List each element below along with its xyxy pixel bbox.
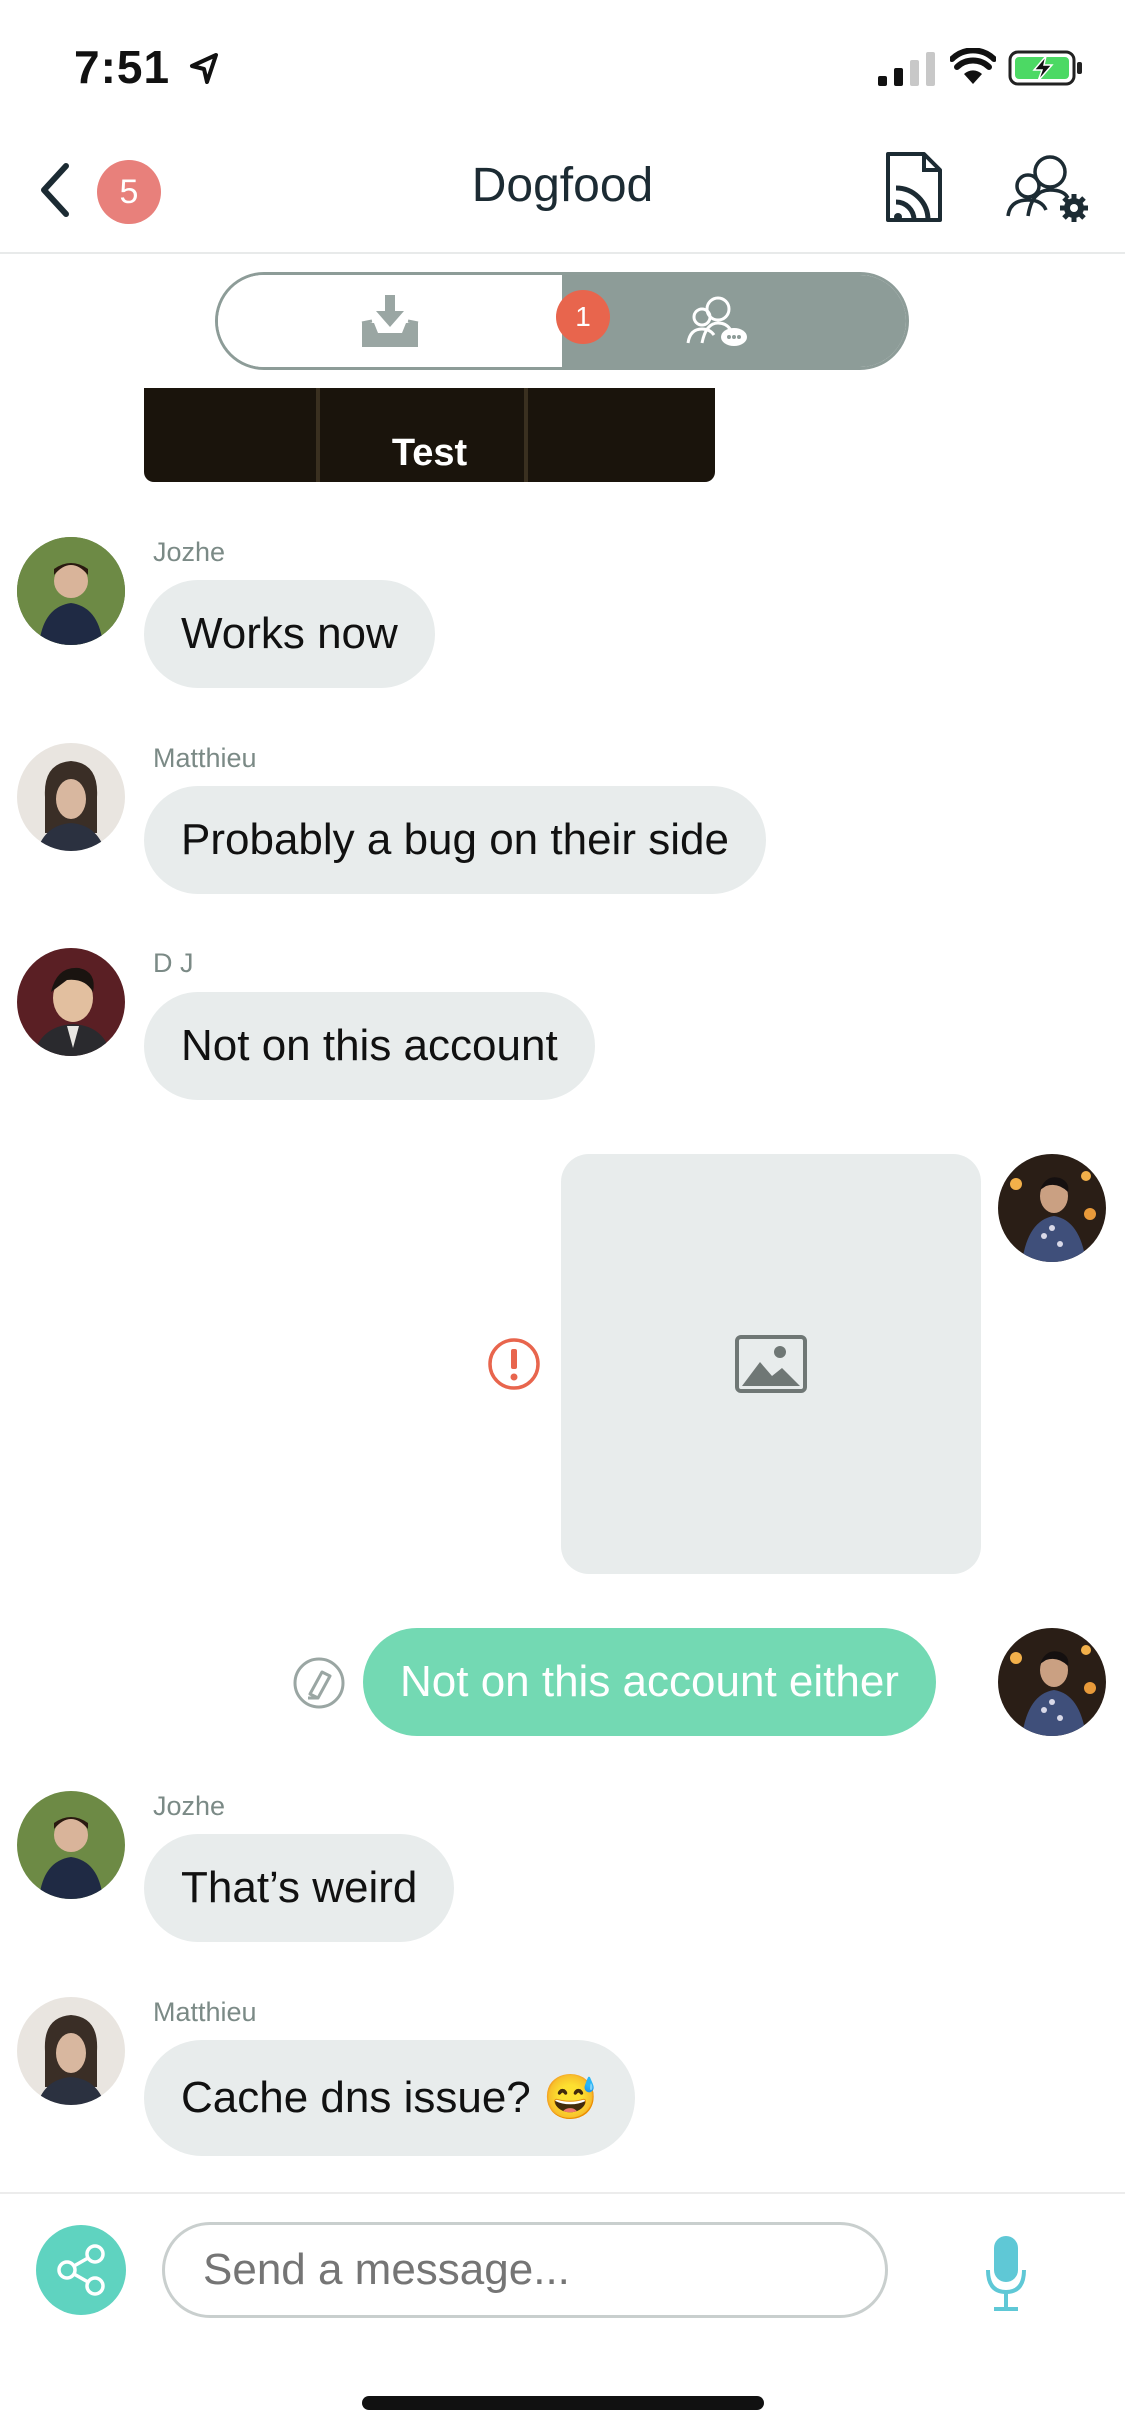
battery-charging-icon <box>1008 50 1082 86</box>
group-settings-icon[interactable] <box>1006 150 1092 224</box>
person-portrait-icon <box>17 948 125 1056</box>
message-bubble[interactable]: That’s weird <box>144 1834 455 1942</box>
tab-inbox[interactable] <box>218 275 562 367</box>
wifi-icon <box>950 48 996 84</box>
header-divider <box>0 252 1125 254</box>
person-portrait-icon <box>998 1154 1106 1262</box>
person-portrait-icon <box>998 1628 1106 1736</box>
inbox-download-icon <box>361 295 419 347</box>
page-title: Dogfood <box>471 159 654 212</box>
avatar[interactable] <box>17 1997 125 2105</box>
status-time: 7:51 <box>74 41 171 93</box>
cellular-signal-icon <box>878 52 935 86</box>
chat-unread-badge: 1 <box>556 290 610 344</box>
avatar[interactable] <box>17 948 125 1056</box>
sender-name: Matthieu <box>153 743 257 773</box>
location-arrow-icon <box>190 53 218 84</box>
composer-divider <box>0 2192 1125 2194</box>
avatar[interactable] <box>17 537 125 645</box>
sending-status-icon <box>293 1657 345 1709</box>
message-bubble-outgoing[interactable]: Not on this account either <box>363 1628 936 1736</box>
sender-name: Jozhe <box>153 1791 226 1821</box>
avatar[interactable] <box>998 1154 1106 1262</box>
sender-name: Matthieu <box>153 1997 257 2027</box>
avatar[interactable] <box>17 743 125 851</box>
share-button[interactable] <box>36 2225 126 2315</box>
image-caption-text: Test <box>391 432 468 474</box>
sender-name: Jozhe <box>153 537 226 567</box>
image-icon <box>735 1335 807 1393</box>
share-nodes-icon <box>57 2244 105 2296</box>
message-bubble[interactable]: Cache dns issue? 😅 <box>144 2040 635 2156</box>
sender-name: D J <box>153 948 194 978</box>
person-portrait-icon <box>17 537 125 645</box>
microphone-icon[interactable] <box>984 2234 1028 2312</box>
avatar[interactable] <box>998 1628 1106 1736</box>
message-bubble[interactable]: Not on this account <box>144 992 595 1100</box>
avatar[interactable] <box>17 1791 125 1899</box>
person-portrait-icon <box>17 743 125 851</box>
home-indicator <box>362 2396 764 2410</box>
person-portrait-icon <box>17 1997 125 2105</box>
group-chat-icon <box>686 296 747 346</box>
shared-image-thumbnail[interactable]: Test <box>144 388 715 482</box>
send-error-icon[interactable] <box>487 1337 541 1391</box>
message-bubble[interactable]: Works now <box>144 580 435 688</box>
message-input[interactable] <box>162 2222 888 2318</box>
document-cast-icon[interactable] <box>884 150 946 224</box>
tab-chat[interactable] <box>562 275 906 367</box>
person-portrait-icon <box>17 1791 125 1899</box>
image-message-placeholder[interactable] <box>561 1154 981 1574</box>
message-bubble[interactable]: Probably a bug on their side <box>144 786 766 894</box>
